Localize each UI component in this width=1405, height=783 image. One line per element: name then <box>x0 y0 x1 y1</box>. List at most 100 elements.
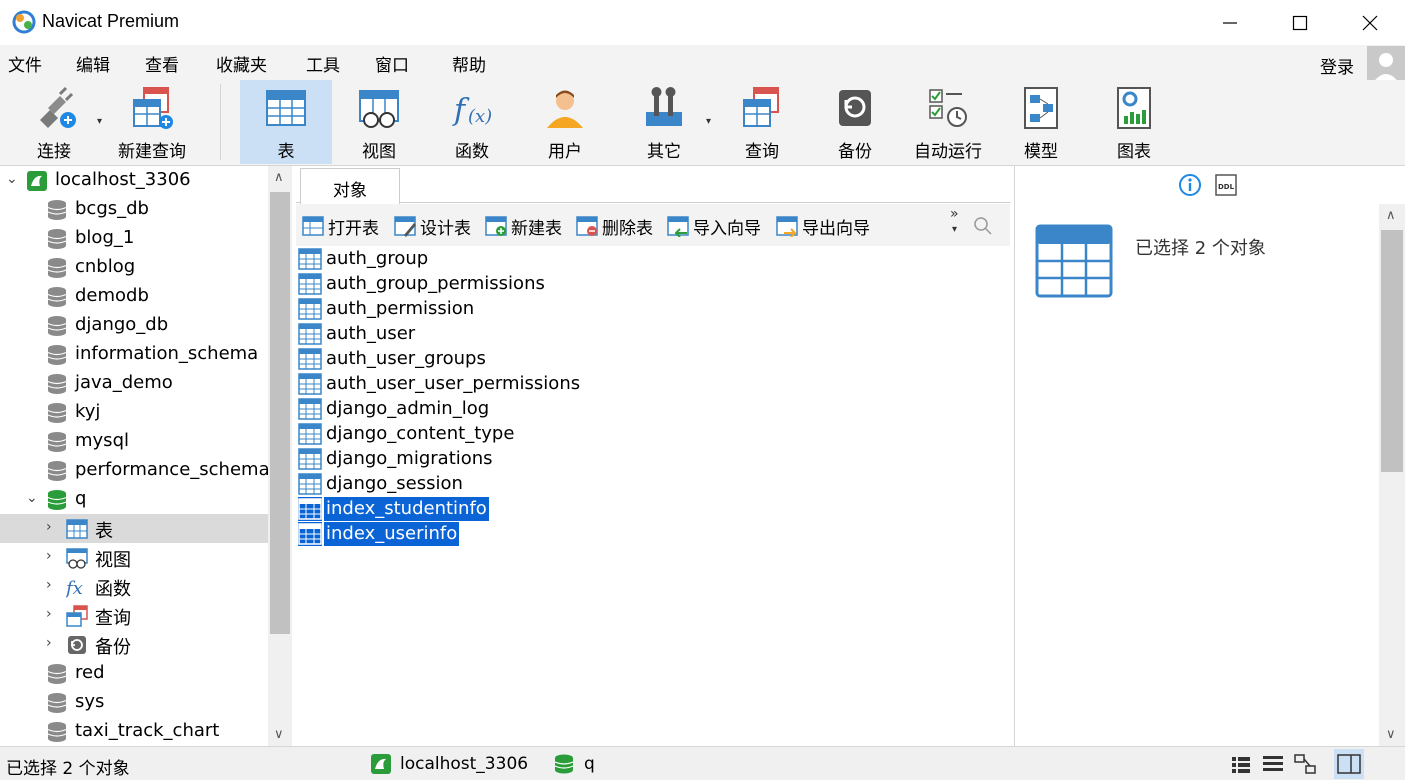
backup-tool-label: 备份 <box>838 142 872 162</box>
other-dropdown-icon[interactable]: ▾ <box>706 116 711 127</box>
tab-objects[interactable]: 对象 <box>300 168 400 204</box>
function-tool-button[interactable]: f (x) 函数 <box>426 80 518 164</box>
tree-item-label: red <box>75 662 105 683</box>
other-tool-label: 其它 <box>647 142 681 162</box>
backup-tool-button[interactable]: 备份 <box>809 80 901 164</box>
tree-item-label: java_demo <box>75 372 173 393</box>
user-tool-button[interactable]: 用户 <box>519 80 611 164</box>
tree-database-sys[interactable]: sys <box>0 688 268 717</box>
list-view-button[interactable] <box>1226 749 1256 779</box>
database-icon <box>47 258 67 278</box>
tree-database-java_demo[interactable]: java_demo <box>0 369 268 398</box>
function-tool-label: 函数 <box>455 142 489 162</box>
tree-database-kyj[interactable]: kyj <box>0 398 268 427</box>
table-name: django_migrations <box>326 448 493 469</box>
menu-edit[interactable]: 编辑 <box>76 51 110 76</box>
expand-arrow-icon[interactable]: › <box>46 606 60 624</box>
search-icon[interactable] <box>973 216 993 236</box>
collapse-arrow-icon[interactable]: ⌄ <box>26 490 40 508</box>
detail-view-button[interactable] <box>1258 749 1288 779</box>
tree-database-bcgs_db[interactable]: bcgs_db <box>0 195 268 224</box>
info-scroll-thumb[interactable] <box>1381 230 1403 472</box>
avatar[interactable] <box>1367 46 1405 84</box>
new-query-button[interactable]: 新建查询 <box>106 80 198 164</box>
menu-help[interactable]: 帮助 <box>452 51 486 76</box>
tree-item-label: cnblog <box>75 256 136 277</box>
model-tool-button[interactable]: 模型 <box>995 80 1087 164</box>
table-large-icon <box>1035 224 1113 298</box>
tree-node-views[interactable]: › 视图 <box>0 543 268 572</box>
autorun-tool-button[interactable]: 自动运行 <box>902 80 994 164</box>
tree-item-label: q <box>75 488 87 509</box>
table-tool-button[interactable]: 表 <box>240 80 332 164</box>
tree-database-cnblog[interactable]: cnblog <box>0 253 268 282</box>
info-scroll-down-icon[interactable]: ∨ <box>1386 727 1396 742</box>
tree-node-functions[interactable]: › fx 函数 <box>0 572 268 601</box>
tree-database-taxi_track_chart[interactable]: taxi_track_chart <box>0 717 268 746</box>
autorun-tool-label: 自动运行 <box>914 142 982 162</box>
more-actions-icon[interactable]: » <box>950 206 959 222</box>
view-tool-button[interactable]: 视图 <box>333 80 425 164</box>
table-name: auth_user <box>326 323 416 344</box>
info-icon[interactable] <box>1178 173 1202 197</box>
tree-database-q[interactable]: ⌄ q <box>0 485 268 514</box>
new-table-icon <box>485 216 507 236</box>
sidebar-scrollbar[interactable]: ∧ ∨ <box>268 166 292 746</box>
menu-favorites[interactable]: 收藏夹 <box>216 51 267 76</box>
connect-button[interactable]: 连接 <box>8 80 100 164</box>
user-person-icon <box>547 90 583 128</box>
chart-tool-button[interactable]: 图表 <box>1088 80 1180 164</box>
tree-node-backups[interactable]: › 备份 <box>0 630 268 659</box>
close-icon <box>1362 15 1378 30</box>
table-icon <box>298 323 322 345</box>
tree-database-blog_1[interactable]: blog_1 <box>0 224 268 253</box>
database-icon <box>47 345 67 365</box>
tree-database-demodb[interactable]: demodb <box>0 282 268 311</box>
navicat-logo-icon <box>12 10 36 34</box>
title-bar: Navicat Premium <box>0 0 1405 45</box>
tree-database-django_db[interactable]: django_db <box>0 311 268 340</box>
table-icon <box>298 373 322 395</box>
scroll-down-icon[interactable]: ∨ <box>274 727 284 742</box>
database-icon <box>47 490 67 510</box>
query-tool-button[interactable]: 查询 <box>716 80 808 164</box>
tree-database-red[interactable]: red <box>0 659 268 688</box>
tree-node-queries[interactable]: › 查询 <box>0 601 268 630</box>
info-panel-scrollbar[interactable]: ∧ ∨ <box>1379 204 1405 746</box>
tree-item-label: taxi_track_chart <box>75 720 220 741</box>
function-fx-icon: f (x) <box>452 93 492 128</box>
scroll-up-icon[interactable]: ∧ <box>274 170 284 185</box>
minimize-button[interactable] <box>1195 0 1265 45</box>
ddl-icon[interactable]: DDL <box>1215 174 1237 196</box>
sidebar-scroll-thumb[interactable] <box>270 192 290 634</box>
menu-tools[interactable]: 工具 <box>306 51 340 76</box>
tree-database-information_schema[interactable]: information_schema <box>0 340 268 369</box>
tree-database-performance_schema[interactable]: performance_schema <box>0 456 270 485</box>
expand-arrow-icon[interactable]: › <box>46 519 60 537</box>
er-view-button[interactable] <box>1290 749 1320 779</box>
other-tool-button[interactable]: 其它 <box>618 80 710 164</box>
tab-strip: 对象 <box>296 166 1010 204</box>
more-actions-dropdown-icon[interactable]: ▾ <box>952 224 957 235</box>
info-pane-toggle-button[interactable] <box>1334 749 1364 779</box>
menu-file[interactable]: 文件 <box>8 51 42 76</box>
expand-arrow-icon[interactable]: › <box>46 635 60 653</box>
expand-arrow-icon[interactable]: › <box>46 548 60 566</box>
menu-view[interactable]: 查看 <box>145 51 179 76</box>
connect-dropdown-icon[interactable]: ▾ <box>97 116 102 127</box>
svg-text:(x): (x) <box>468 106 492 127</box>
close-button[interactable] <box>1335 0 1405 45</box>
menu-window[interactable]: 窗口 <box>375 51 409 76</box>
login-link[interactable]: 登录 <box>1320 53 1354 78</box>
info-scroll-up-icon[interactable]: ∧ <box>1386 208 1396 223</box>
tools-icon <box>646 87 682 126</box>
expand-arrow-icon[interactable]: › <box>46 577 60 595</box>
tree-connection[interactable]: ⌄ localhost_3306 <box>0 166 268 195</box>
collapse-arrow-icon[interactable]: ⌄ <box>6 171 20 189</box>
window-title: Navicat Premium <box>42 11 180 31</box>
tree-node-tables[interactable]: › 表 <box>0 514 268 543</box>
toolbar-divider <box>220 84 221 160</box>
maximize-button[interactable] <box>1265 0 1335 45</box>
tree-database-mysql[interactable]: mysql <box>0 427 268 456</box>
table-icon <box>298 423 322 445</box>
